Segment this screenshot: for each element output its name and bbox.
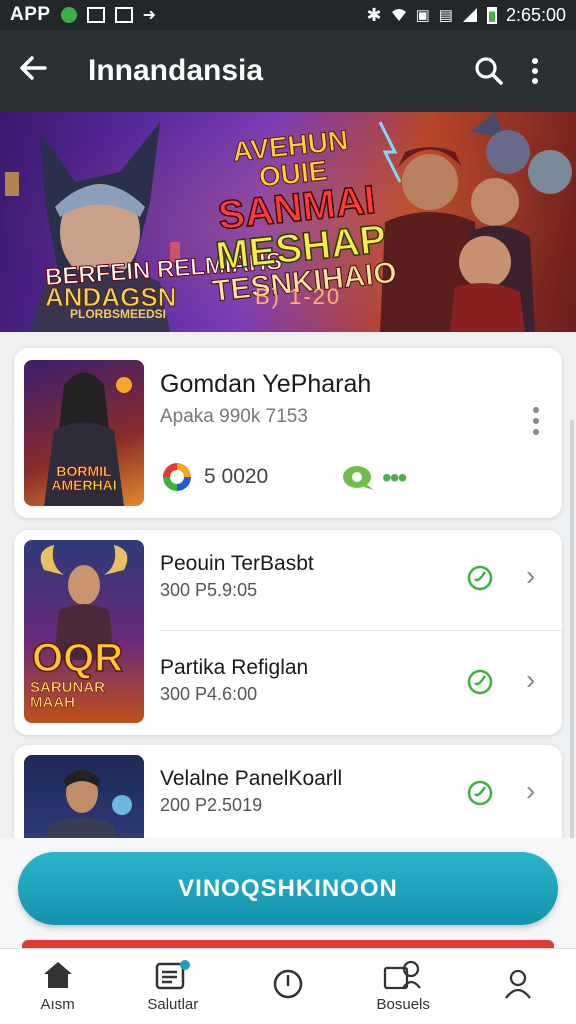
- signal-icon: [462, 8, 477, 22]
- list-item-subtitle: 300 P5.9:05: [160, 580, 258, 600]
- banner-date: B) 1-20: [255, 284, 342, 309]
- verified-icon: [467, 780, 493, 806]
- cast-icon: ➜: [142, 7, 156, 24]
- status-bar: APP ➜ ✱ ▣ ▤ 2:65:00: [0, 0, 576, 30]
- featured-game-card[interactable]: BORMIL AMERHAI Gomdan YePharah Apaka 990…: [14, 348, 562, 518]
- list-game-thumbnail: [24, 755, 144, 845]
- featured-game-title: Gomdan YePharah: [160, 370, 372, 398]
- featured-thumbnail-text: BORMIL AMERHAI: [51, 463, 117, 493]
- nav-item-profile[interactable]: [461, 949, 576, 1024]
- list-thumbnail-sub-text: SARUNAR MAAH: [30, 679, 106, 711]
- featured-game-subtitle: Apaka 990k 7153: [160, 406, 308, 427]
- battery-icon: [486, 6, 497, 24]
- chevron-right-icon: ›: [526, 560, 536, 591]
- list-game-thumbnail: OQR SARUNAR MAAH: [24, 540, 144, 723]
- featured-game-stat-value: 5 0020: [204, 465, 269, 488]
- divider: [160, 630, 562, 631]
- back-button[interactable]: [18, 53, 68, 89]
- people-icon: [384, 960, 422, 990]
- list-item-subtitle: 300 P4.6:00: [160, 684, 258, 704]
- list-item-title: Partika Refiglan: [160, 656, 309, 679]
- data-icon: ▤: [438, 7, 453, 24]
- nav-item-schedule[interactable]: Salutlar: [115, 949, 230, 1024]
- clock-icon: [273, 969, 303, 998]
- chevron-right-icon: ›: [526, 664, 536, 695]
- nav-label: Aısm: [40, 996, 75, 1013]
- search-icon: [475, 57, 503, 85]
- chart-notification-icon: [114, 7, 133, 23]
- chat-status[interactable]: •••: [342, 462, 407, 493]
- featured-game-thumbnail: BORMIL AMERHAI: [24, 360, 144, 506]
- home-icon: [43, 962, 72, 988]
- card-more-button[interactable]: [532, 406, 540, 436]
- promo-banner[interactable]: BERFEIN RELMIAHS AVEHUN OUIE SANMAI MESH…: [0, 112, 576, 332]
- featured-game-stats: 5 0020: [160, 460, 268, 494]
- more-options-button[interactable]: [512, 48, 558, 94]
- nav-label: Bosuels: [376, 996, 430, 1013]
- banner-logo-subtitle: PLORBSMEEDSI: [70, 307, 167, 321]
- page-title: Innandansia: [88, 54, 264, 87]
- scrollbar[interactable]: [570, 420, 574, 860]
- list-item[interactable]: Partika Refiglan 300 P4.6:00 ›: [160, 634, 550, 734]
- profile-icon: [505, 969, 532, 999]
- arrow-left-icon: [20, 56, 47, 80]
- bluetooth-icon: ✱: [366, 4, 382, 25]
- banner-headline: AVEHUN OUIE SANMAI MESHAP TESNKIHAIO: [197, 123, 398, 309]
- rating-icon: [163, 463, 191, 491]
- more-vert-icon: [533, 407, 539, 435]
- verified-icon: [467, 669, 493, 695]
- chat-dots-icon: •••: [382, 462, 407, 493]
- list-item-title: Velalne PanelKoarll: [160, 767, 343, 790]
- wifi-icon: [391, 9, 406, 21]
- status-time: 2:65:00: [505, 4, 566, 25]
- nav-item-clock[interactable]: [230, 949, 345, 1024]
- notification-app-icon: [60, 7, 77, 23]
- search-button[interactable]: [466, 48, 512, 94]
- list-item[interactable]: Velalne PanelKoarll 200 P2.5019 ›: [160, 745, 550, 845]
- primary-action-button[interactable]: VINOQSHKINOON: [18, 852, 558, 925]
- list-thumbnail-big-text: OQR: [31, 635, 124, 681]
- bottom-navigation: Aısm Salutlar Bosuels: [0, 948, 576, 1024]
- status-app-label: APP: [10, 4, 51, 25]
- app-bar: Innandansia: [0, 30, 576, 112]
- more-vert-icon: [532, 58, 538, 84]
- calendar-list-icon: [155, 960, 190, 990]
- verified-icon: [467, 565, 493, 591]
- list-item-title: Peouin TerBasbt: [160, 552, 314, 575]
- vibrate-icon: ▣: [415, 7, 430, 24]
- list-item[interactable]: Peouin TerBasbt 300 P5.9:05 ›: [160, 530, 550, 630]
- list-item-subtitle: 200 P2.5019: [160, 795, 263, 815]
- game-list-card: Velalne PanelKoarll 200 P2.5019 ›: [14, 745, 562, 845]
- image-notification-icon: [86, 7, 105, 23]
- chevron-right-icon: ›: [526, 775, 536, 806]
- game-list-card: OQR SARUNAR MAAH Peouin TerBasbt 300 P5.…: [14, 530, 562, 735]
- chat-bubble-icon: [343, 466, 374, 490]
- nav-item-people[interactable]: Bosuels: [346, 949, 461, 1024]
- nav-label: Salutlar: [147, 996, 199, 1013]
- cta-container: VINOQSHKINOON: [0, 838, 576, 948]
- nav-item-home[interactable]: Aısm: [0, 949, 115, 1024]
